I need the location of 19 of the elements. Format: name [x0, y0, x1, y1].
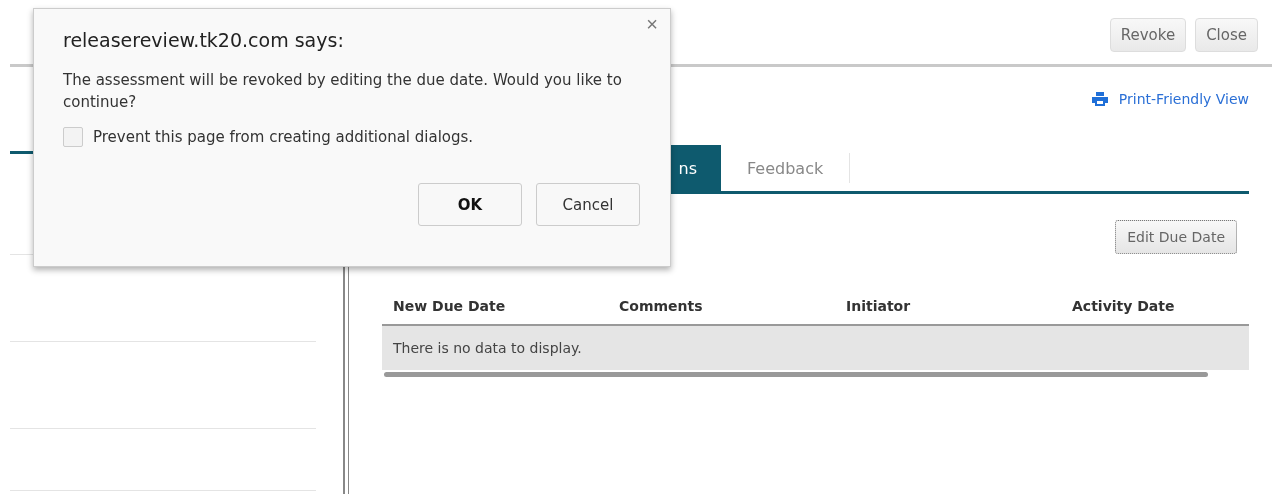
empty-message: There is no data to display. [393, 340, 582, 356]
header-button[interactable]: Revoke [1109, 18, 1187, 52]
printer-icon [1091, 92, 1108, 106]
print-friendly-link[interactable]: Print-Friendly View [1091, 91, 1249, 107]
checkbox[interactable] [63, 127, 83, 147]
column-header: New Due Date [393, 297, 507, 314]
scrollbar[interactable] [384, 372, 1208, 377]
edit-due-date-button[interactable]: Edit Due Date [1115, 220, 1237, 254]
dialog-message: The assessment will be revoked by editing the due date. Would you like to continue? [63, 70, 623, 113]
column-header: Initiator [846, 297, 912, 314]
dialog-button[interactable]: Cancel [536, 183, 640, 226]
header-button[interactable]: Close [1195, 18, 1258, 52]
checkbox-label[interactable]: Prevent this page from creating additional dialogs. [93, 128, 474, 146]
dialog-title: releasereview.tk20.com says: [63, 29, 345, 51]
column-header: Comments [619, 297, 704, 314]
tab[interactable]: Feedback [721, 153, 851, 183]
close-button[interactable]: × [646, 13, 658, 36]
column-header: Activity Date [1072, 297, 1176, 314]
dialog-button[interactable]: OK [418, 183, 522, 226]
